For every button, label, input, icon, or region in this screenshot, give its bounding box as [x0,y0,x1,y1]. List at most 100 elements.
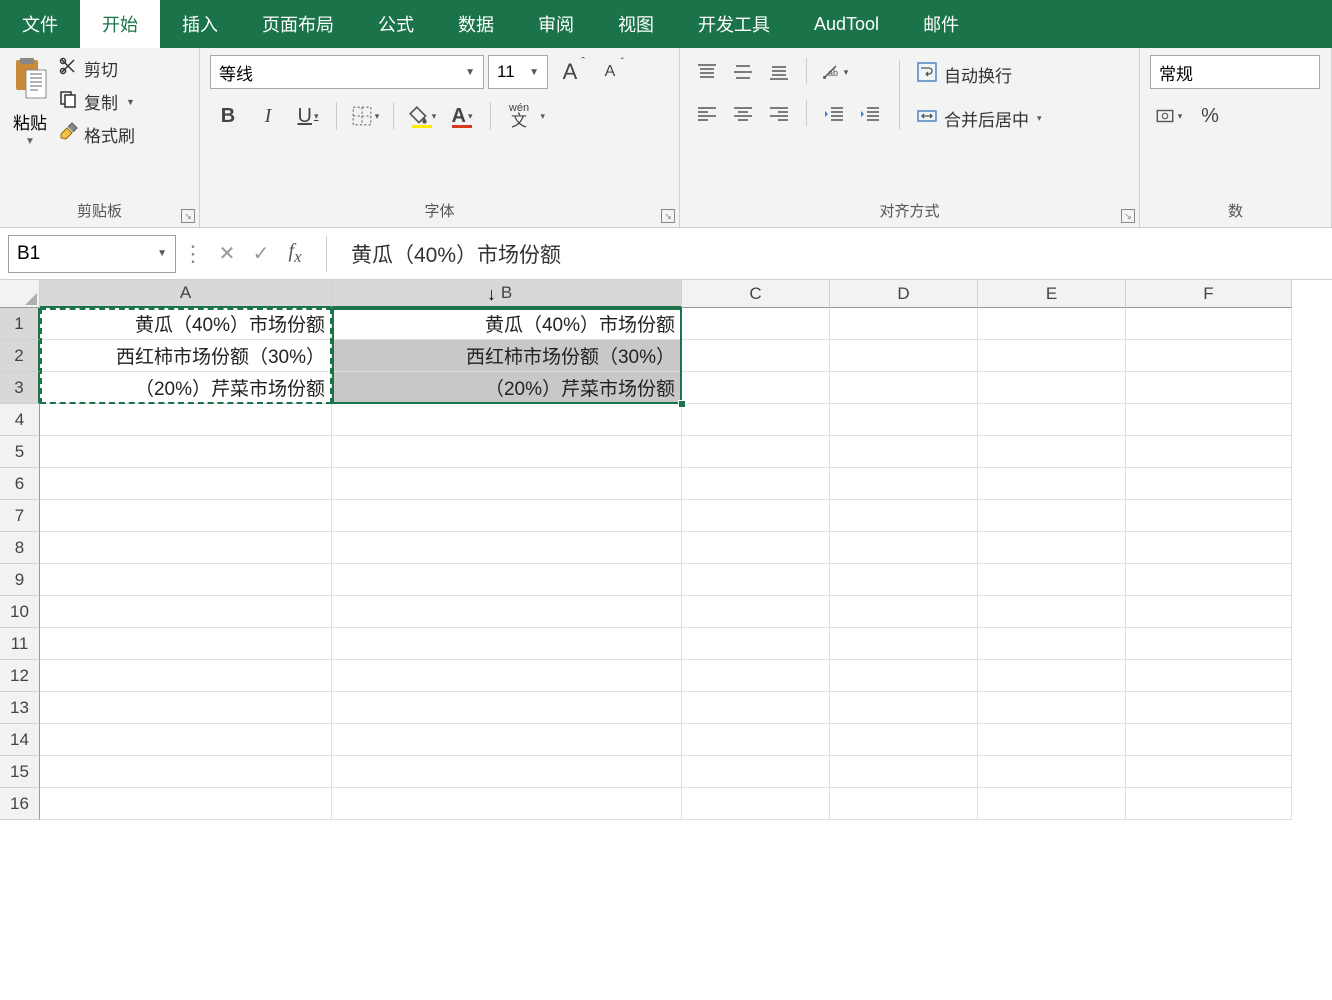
cell-F13[interactable] [1126,692,1292,724]
cell-A11[interactable] [40,628,332,660]
column-header-F[interactable]: F [1126,280,1292,308]
cell-B3[interactable]: （20%）芹菜市场份额 [332,372,682,404]
cell-F10[interactable] [1126,596,1292,628]
cell-D10[interactable] [830,596,978,628]
cell-C7[interactable] [682,500,830,532]
row-header-3[interactable]: 3 [0,372,40,404]
cell-F15[interactable] [1126,756,1292,788]
tab-layout[interactable]: 页面布局 [240,0,356,48]
cell-E10[interactable] [978,596,1126,628]
cell-B13[interactable] [332,692,682,724]
format-painter-button[interactable]: 格式刷 [58,122,135,147]
cell-F8[interactable] [1126,532,1292,564]
cell-C4[interactable] [682,404,830,436]
cell-C6[interactable] [682,468,830,500]
cell-B16[interactable] [332,788,682,820]
cell-A14[interactable] [40,724,332,756]
cell-A5[interactable] [40,436,332,468]
cell-E2[interactable] [978,340,1126,372]
row-header-7[interactable]: 7 [0,500,40,532]
row-header-16[interactable]: 16 [0,788,40,820]
row-header-14[interactable]: 14 [0,724,40,756]
cell-C8[interactable] [682,532,830,564]
cell-E5[interactable] [978,436,1126,468]
cell-C9[interactable] [682,564,830,596]
cancel-formula-button[interactable]: ✕ [210,237,244,271]
row-header-12[interactable]: 12 [0,660,40,692]
cell-F5[interactable] [1126,436,1292,468]
cell-A12[interactable] [40,660,332,692]
cell-B5[interactable] [332,436,682,468]
cell-A6[interactable] [40,468,332,500]
row-header-9[interactable]: 9 [0,564,40,596]
number-format-combo[interactable]: 常规 [1150,55,1320,89]
row-header-4[interactable]: 4 [0,404,40,436]
cell-D7[interactable] [830,500,978,532]
cell-D3[interactable] [830,372,978,404]
accounting-format-button[interactable]: ▾ [1150,98,1186,134]
row-header-6[interactable]: 6 [0,468,40,500]
paste-button[interactable]: 粘贴 ▼ [10,56,50,147]
cell-B8[interactable] [332,532,682,564]
cell-C15[interactable] [682,756,830,788]
cell-C2[interactable] [682,340,830,372]
cell-B9[interactable] [332,564,682,596]
cell-F6[interactable] [1126,468,1292,500]
select-all-corner[interactable] [0,280,40,308]
cell-C5[interactable] [682,436,830,468]
orientation-button[interactable]: ab▾ [817,56,851,88]
name-box[interactable]: B1 ▼ [8,235,176,273]
cell-E9[interactable] [978,564,1126,596]
font-color-button[interactable]: A▾ [444,98,480,134]
cell-A3[interactable]: （20%）芹菜市场份额 [40,372,332,404]
cell-D6[interactable] [830,468,978,500]
tab-data[interactable]: 数据 [436,0,516,48]
row-header-8[interactable]: 8 [0,532,40,564]
cell-E16[interactable] [978,788,1126,820]
tab-home[interactable]: 开始 [80,0,160,48]
cell-D1[interactable] [830,308,978,340]
cell-F7[interactable] [1126,500,1292,532]
font-name-combo[interactable]: 等线 ▼ [210,55,484,89]
fill-handle[interactable] [678,400,686,408]
dialog-launcher-alignment[interactable]: ↘ [1121,209,1135,223]
cell-E7[interactable] [978,500,1126,532]
cell-F1[interactable] [1126,308,1292,340]
phonetic-guide-button[interactable]: wén 文 ▾ [501,98,537,134]
cell-C10[interactable] [682,596,830,628]
cell-D11[interactable] [830,628,978,660]
cell-C14[interactable] [682,724,830,756]
font-size-combo[interactable]: 11 ▼ [488,55,548,89]
cell-D9[interactable] [830,564,978,596]
tab-insert[interactable]: 插入 [160,0,240,48]
cell-F14[interactable] [1126,724,1292,756]
merge-center-button[interactable]: 合并后居中 ▾ [912,100,1046,136]
cell-D12[interactable] [830,660,978,692]
cell-A13[interactable] [40,692,332,724]
cut-button[interactable]: 剪切 [58,56,135,81]
row-header-1[interactable]: 1 [0,308,40,340]
cell-E8[interactable] [978,532,1126,564]
cell-B4[interactable] [332,404,682,436]
spreadsheet-grid[interactable]: ABCDEF1黄瓜（40%）市场份额黄瓜（40%）市场份额2西红柿市场份额（30… [0,280,1332,820]
cell-A9[interactable] [40,564,332,596]
column-header-D[interactable]: D [830,280,978,308]
cell-E13[interactable] [978,692,1126,724]
cell-A16[interactable] [40,788,332,820]
tab-review[interactable]: 审阅 [516,0,596,48]
row-header-11[interactable]: 11 [0,628,40,660]
align-middle-button[interactable] [726,56,760,88]
dialog-launcher-clipboard[interactable]: ↘ [181,209,195,223]
increase-indent-button[interactable] [853,98,887,130]
tab-dev[interactable]: 开发工具 [676,0,792,48]
cell-A8[interactable] [40,532,332,564]
cell-D15[interactable] [830,756,978,788]
cell-A15[interactable] [40,756,332,788]
cell-D5[interactable] [830,436,978,468]
cell-E14[interactable] [978,724,1126,756]
column-header-C[interactable]: C [682,280,830,308]
row-header-15[interactable]: 15 [0,756,40,788]
tab-mail[interactable]: 邮件 [901,0,981,48]
copy-button[interactable]: 复制 ▼ [58,89,135,114]
cell-D14[interactable] [830,724,978,756]
